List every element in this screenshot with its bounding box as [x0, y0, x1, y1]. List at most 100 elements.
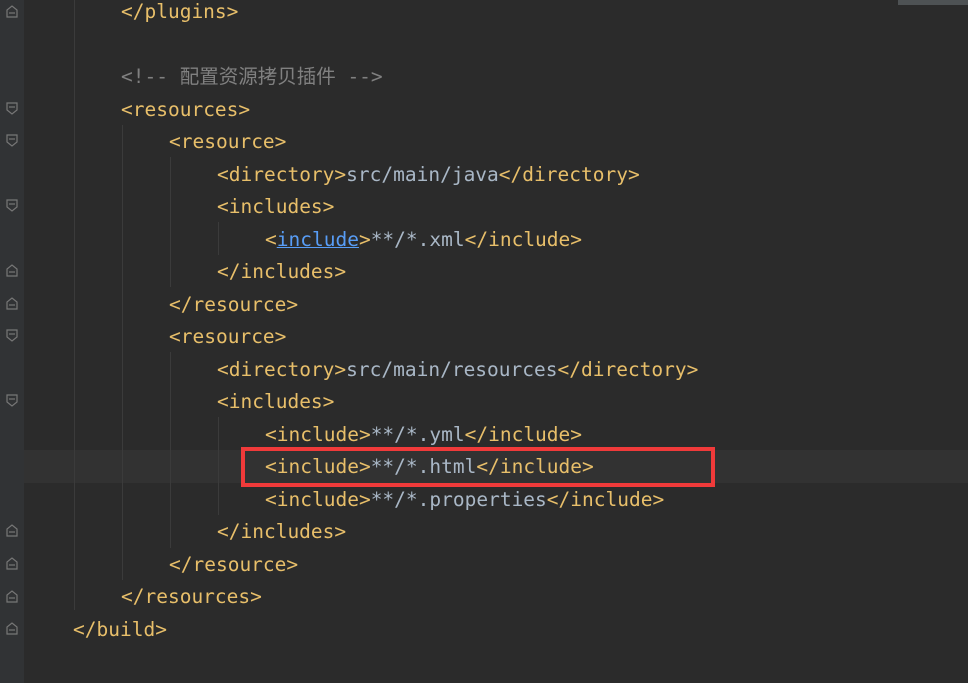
code-line-20[interactable]: </build> — [73, 614, 167, 646]
tag-close: > — [334, 358, 347, 381]
tag-open: </ — [73, 618, 97, 641]
annotation-highlight-box — [241, 447, 715, 487]
code-line-19[interactable]: </resources> — [121, 581, 262, 613]
end-tag-open: </ — [498, 163, 523, 186]
fold-close-icon[interactable] — [5, 589, 19, 603]
tag-name: resource — [180, 325, 275, 348]
tag-close: > — [286, 293, 299, 316]
end-tag-open: </ — [464, 228, 489, 251]
indent-guide — [170, 352, 171, 548]
tag-name: resource — [180, 130, 275, 153]
tag-close: > — [358, 228, 371, 251]
tag-open: < — [217, 195, 229, 218]
end-tag-name: include — [488, 423, 571, 446]
end-tag-close: > — [570, 228, 583, 251]
tag-name: build — [96, 618, 156, 641]
tag-text: **/*.xml — [370, 228, 465, 251]
tag-open: < — [169, 130, 181, 153]
tag-open: </ — [217, 260, 241, 283]
code-line-10[interactable]: </resource> — [169, 289, 298, 321]
tag-name: includes — [228, 390, 323, 413]
fold-open-icon[interactable] — [5, 329, 19, 343]
tag-open: < — [265, 488, 277, 511]
fold-open-icon[interactable] — [5, 102, 19, 116]
end-tag-open: </ — [546, 488, 571, 511]
tag-name: include — [276, 423, 359, 446]
tag-open: < — [217, 358, 229, 381]
tag-name: directory — [228, 163, 335, 186]
tag-name: resources — [132, 98, 239, 121]
indent-guide — [122, 125, 123, 580]
end-tag-close: > — [570, 423, 583, 446]
code-line-6[interactable]: <directory>src/main/java</directory> — [217, 159, 640, 191]
tag-close: > — [358, 423, 371, 446]
fold-close-icon[interactable] — [5, 523, 19, 537]
tag-name: resources — [144, 585, 251, 608]
tag-name: includes — [228, 195, 323, 218]
tag-text: **/*.properties — [370, 488, 547, 511]
tag-name: includes — [240, 520, 335, 543]
code-line-17[interactable]: </includes> — [217, 516, 346, 548]
fold-close-icon[interactable] — [5, 4, 19, 18]
tag-close: > — [274, 130, 287, 153]
code-line-7[interactable]: <includes> — [217, 191, 334, 223]
code-line-5[interactable]: <resource> — [169, 126, 286, 158]
horizontal-scrollbar[interactable] — [898, 0, 968, 5]
fold-open-icon[interactable] — [5, 199, 19, 213]
tag-close: > — [226, 0, 239, 23]
end-tag-name: include — [570, 488, 653, 511]
tag-name: directory — [228, 358, 335, 381]
code-line-3[interactable]: <!-- 配置资源拷贝插件 --> — [121, 61, 383, 93]
fold-close-icon[interactable] — [5, 621, 19, 635]
code-line-12[interactable]: <directory>src/main/resources</directory… — [217, 354, 698, 386]
code-line-18[interactable]: </resource> — [169, 549, 298, 581]
tag-close: > — [358, 488, 371, 511]
tag-close: > — [250, 585, 262, 608]
code-line-13[interactable]: <includes> — [217, 386, 334, 418]
end-tag-open: </ — [464, 423, 489, 446]
tag-name: resource — [192, 553, 287, 576]
tag-close: > — [334, 260, 347, 283]
tag-name-link[interactable]: include — [277, 228, 359, 251]
fold-open-icon[interactable] — [5, 394, 19, 408]
tag-close: > — [334, 520, 347, 543]
fold-open-icon[interactable] — [5, 134, 19, 148]
tag-open: </ — [169, 553, 193, 576]
code-line-16[interactable]: <include>**/*.properties</include> — [265, 484, 664, 516]
indent-guide — [170, 157, 171, 287]
end-tag-name: directory — [522, 163, 628, 186]
end-tag-name: include — [488, 228, 571, 251]
indent-guide — [74, 0, 75, 610]
tag-open: < — [169, 325, 181, 348]
fold-close-icon[interactable] — [5, 296, 19, 310]
code-line-9[interactable]: </includes> — [217, 256, 346, 288]
tag-close: > — [322, 195, 335, 218]
tag-open: </ — [169, 293, 193, 316]
tag-open: < — [265, 423, 277, 446]
tag-name: include — [276, 488, 359, 511]
tag-open: < — [121, 98, 133, 121]
tag-text: src/main/java — [346, 163, 499, 186]
code-line-1[interactable]: </plugins> — [121, 0, 238, 28]
end-tag-close: > — [686, 358, 699, 381]
tag-open: </ — [121, 585, 145, 608]
tag-close: > — [155, 618, 167, 641]
indent-guide — [218, 417, 219, 515]
tag-text: src/main/resources — [346, 358, 558, 381]
tag-text: **/*.yml — [370, 423, 465, 446]
code-line-8[interactable]: <include>**/*.xml</include> — [265, 224, 582, 256]
indent-guide — [218, 222, 219, 255]
tag-name: plugins — [144, 0, 227, 23]
code-line-11[interactable]: <resource> — [169, 321, 286, 353]
end-tag-open: </ — [557, 358, 581, 381]
tag-close: > — [286, 553, 299, 576]
fold-close-icon[interactable] — [5, 556, 19, 570]
tag-close: > — [238, 98, 251, 121]
tag-open: < — [265, 228, 277, 251]
fold-close-icon[interactable] — [5, 263, 19, 277]
tag-open: < — [217, 163, 229, 186]
code-line-4[interactable]: <resources> — [121, 94, 250, 126]
code-editor[interactable]: </plugins> <!-- 配置资源拷贝插件 --> <resources>… — [0, 0, 968, 683]
tag-name: includes — [240, 260, 335, 283]
tag-open: </ — [217, 520, 241, 543]
